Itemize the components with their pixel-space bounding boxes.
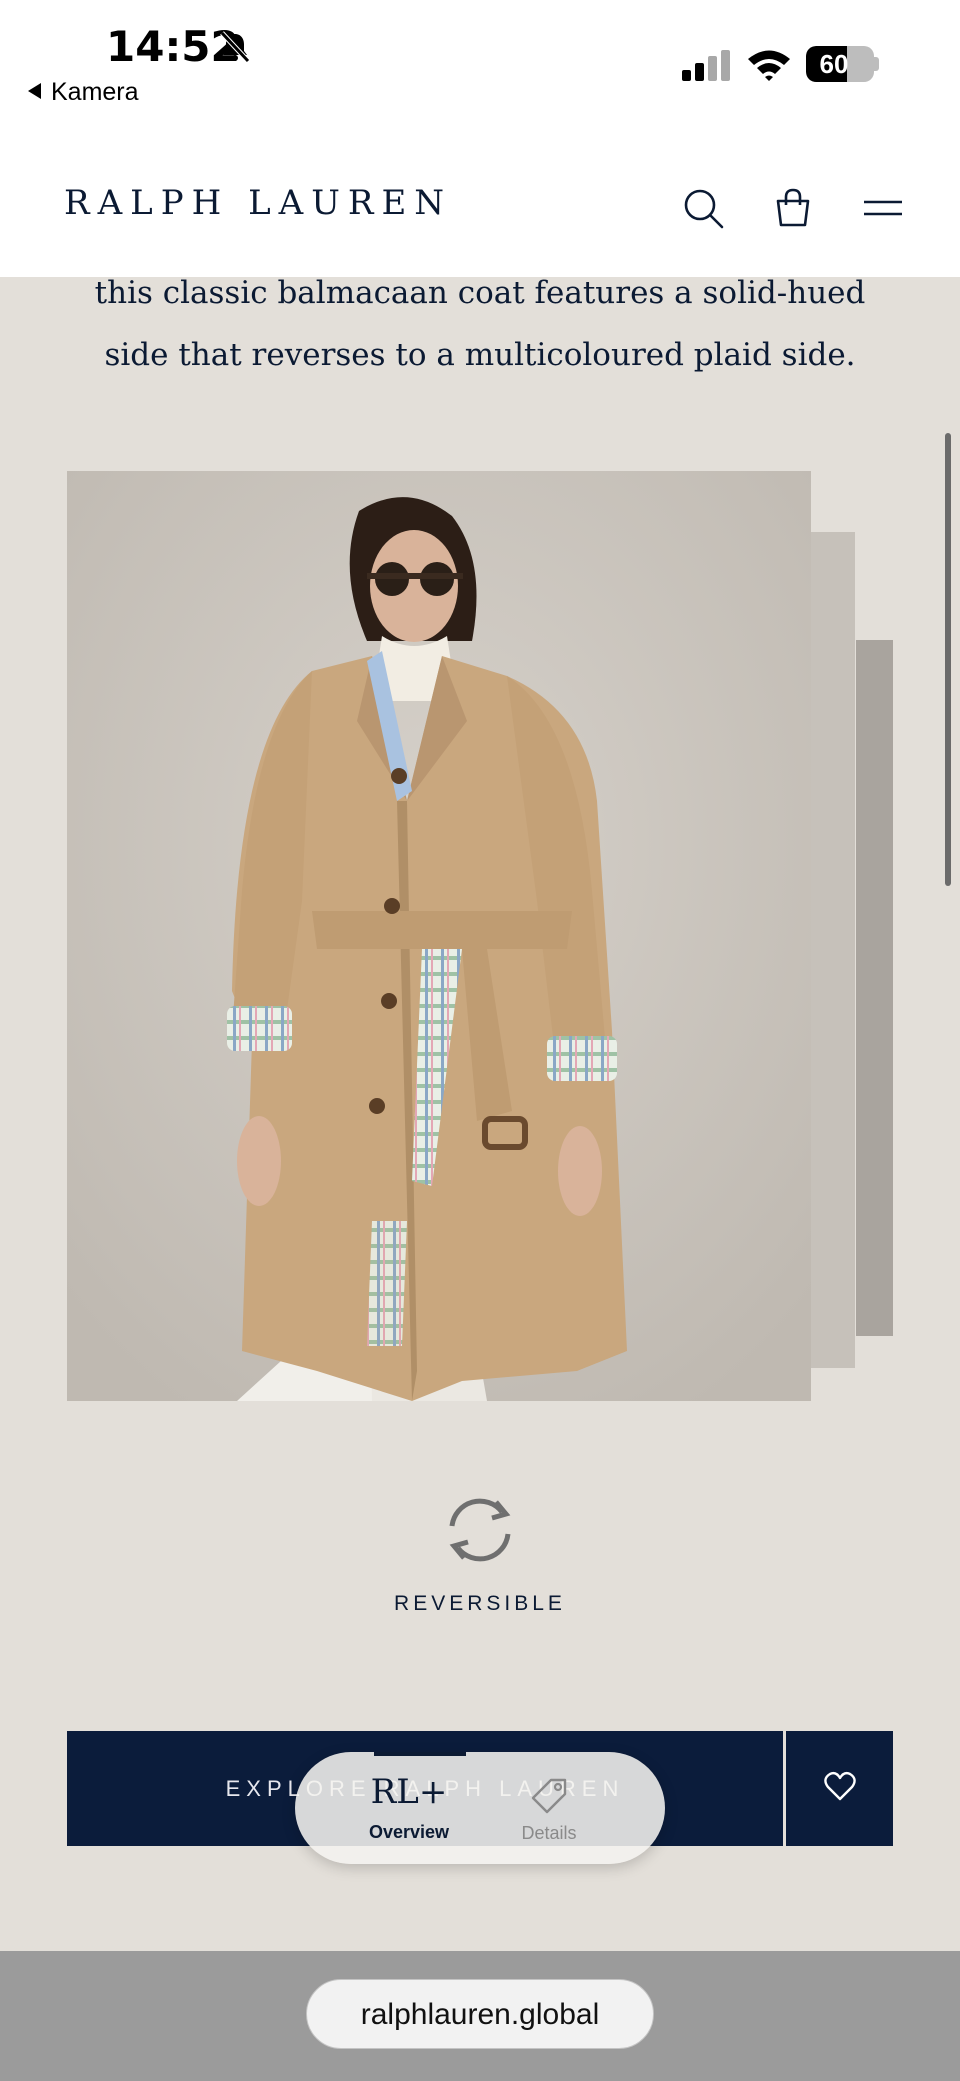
battery-percent: 60 — [819, 49, 849, 79]
battery-indicator: 60 — [806, 46, 874, 82]
back-to-camera[interactable]: Kamera — [28, 78, 139, 107]
tag-icon — [531, 1778, 567, 1814]
reversible-label: REVERSIBLE — [394, 1592, 566, 1615]
tab-details[interactable]: Details — [479, 1752, 619, 1864]
product-tab-switcher: RL+ Overview Details — [295, 1752, 665, 1864]
product-image[interactable] — [67, 471, 811, 1401]
status-bar: 14:52 Kamera 60 — [0, 0, 960, 145]
wishlist-button[interactable] — [786, 1731, 893, 1846]
shopping-bag-icon[interactable] — [770, 185, 816, 231]
carousel-next-slide-peek[interactable] — [856, 640, 893, 1336]
back-label: Kamera — [51, 78, 139, 106]
active-tab-indicator — [374, 1752, 466, 1756]
brand-logo[interactable]: RALPH LAUREN — [64, 183, 452, 223]
search-icon[interactable] — [680, 185, 726, 231]
address-bar[interactable]: ralphlauren.global — [306, 1979, 654, 2049]
silent-bell-icon — [220, 31, 250, 63]
rl-plus-logo-icon: RL+ — [370, 1772, 448, 1812]
site-header: RALPH LAUREN — [0, 145, 960, 277]
scrollbar[interactable] — [945, 433, 951, 886]
cellular-signal-icon — [682, 50, 730, 81]
tab-overview[interactable]: RL+ Overview — [339, 1752, 479, 1864]
battery-cap — [874, 57, 879, 71]
carousel-next-slide[interactable] — [810, 532, 855, 1368]
wifi-icon — [748, 50, 790, 81]
heart-icon — [824, 1771, 856, 1801]
back-arrow-icon — [28, 83, 41, 99]
description-line: side that reverses to a multicoloured pl… — [104, 337, 856, 373]
tab-overview-label: Overview — [368, 1822, 450, 1842]
tab-details-label: Details — [521, 1823, 577, 1843]
product-description: this classic balmacaan coat features a s… — [60, 262, 900, 386]
description-line: this classic balmacaan coat features a s… — [94, 275, 866, 311]
model-in-coat-illustration — [67, 471, 811, 1401]
browser-toolbar: ralphlauren.global — [0, 1951, 960, 2081]
reversible-icon — [449, 1498, 511, 1562]
menu-icon[interactable] — [860, 185, 906, 231]
